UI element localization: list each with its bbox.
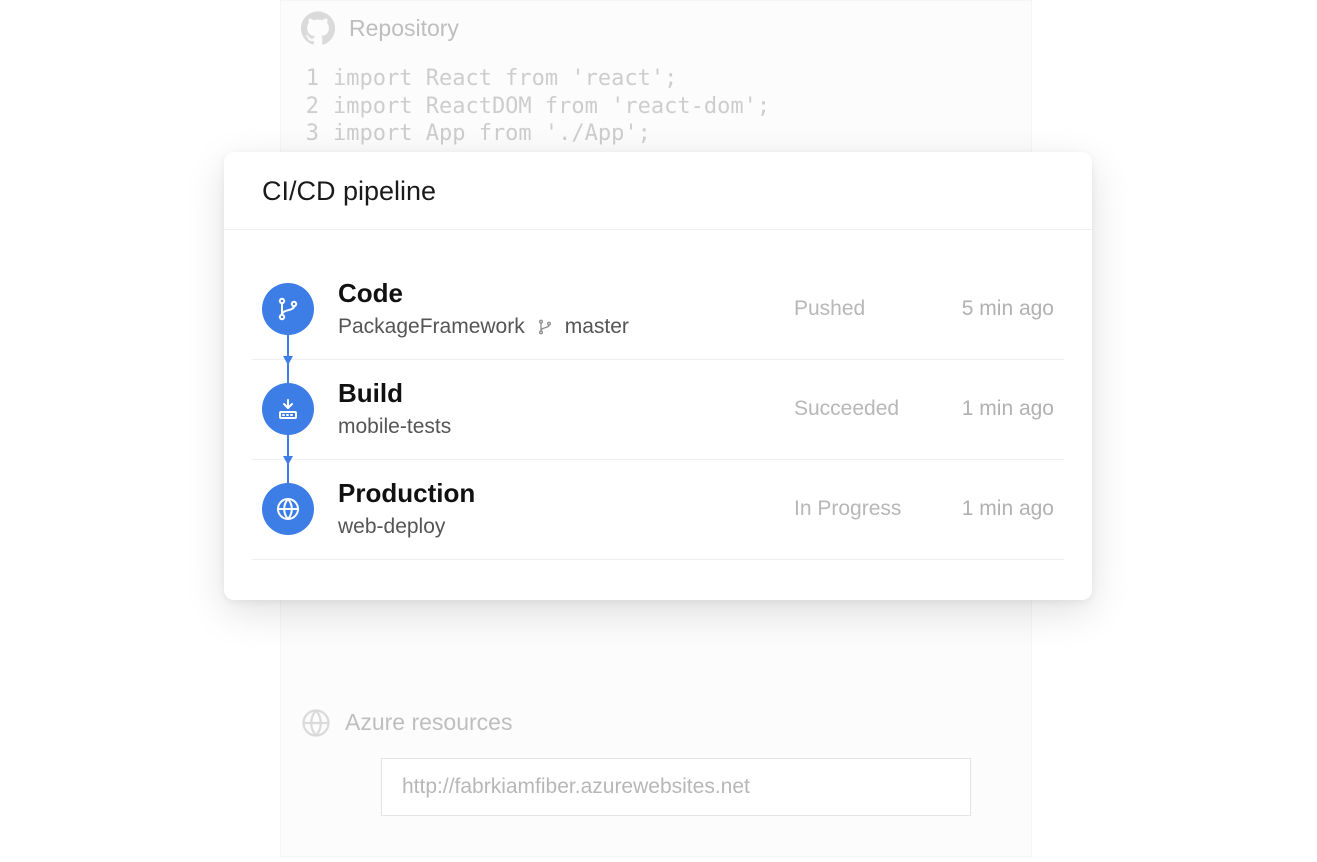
pipeline-stage-build[interactable]: Build mobile-tests Succeeded 1 min ago	[252, 360, 1064, 460]
branch-tiny-icon	[537, 319, 553, 335]
stage-time: 5 min ago	[934, 297, 1054, 321]
stage-title: Code	[338, 278, 794, 309]
stage-title: Build	[338, 378, 794, 409]
pipeline-stage-code[interactable]: Code PackageFramework master Pushed 5 mi…	[252, 260, 1064, 360]
stage-title: Production	[338, 478, 794, 509]
git-branch-icon	[262, 283, 314, 335]
pipeline-card: CI/CD pipeline Code PackageFramework mas…	[224, 152, 1092, 600]
stage-status: Succeeded	[794, 397, 934, 421]
pipeline-stage-production[interactable]: Production web-deploy In Progress 1 min …	[252, 460, 1064, 560]
globe-icon	[262, 483, 314, 535]
github-icon	[301, 11, 335, 45]
branch-name: master	[565, 315, 629, 339]
resource-url-box: http://fabrkiamfiber.azurewebsites.net	[381, 758, 971, 816]
stage-time: 1 min ago	[934, 397, 1054, 421]
azure-icon	[301, 708, 331, 738]
build-icon	[262, 383, 314, 435]
code-line: 2import ReactDOM from 'react-dom';	[301, 93, 1011, 121]
stage-status: Pushed	[794, 297, 934, 321]
stage-subtitle: web-deploy	[338, 515, 445, 539]
repository-header: Repository	[281, 1, 1031, 55]
code-line: 3import App from './App';	[301, 120, 1011, 148]
stage-subtitle: mobile-tests	[338, 415, 451, 439]
repository-label: Repository	[349, 15, 459, 42]
stage-status: In Progress	[794, 497, 934, 521]
stage-time: 1 min ago	[934, 497, 1054, 521]
code-line: 1import React from 'react';	[301, 65, 1011, 93]
azure-resources-section: Azure resources http://fabrkiamfiber.azu…	[281, 698, 1031, 856]
pipeline-title: CI/CD pipeline	[224, 152, 1092, 230]
azure-resources-label: Azure resources	[345, 709, 512, 736]
stage-subtitle: PackageFramework	[338, 315, 525, 339]
pipeline-stages: Code PackageFramework master Pushed 5 mi…	[224, 230, 1092, 600]
